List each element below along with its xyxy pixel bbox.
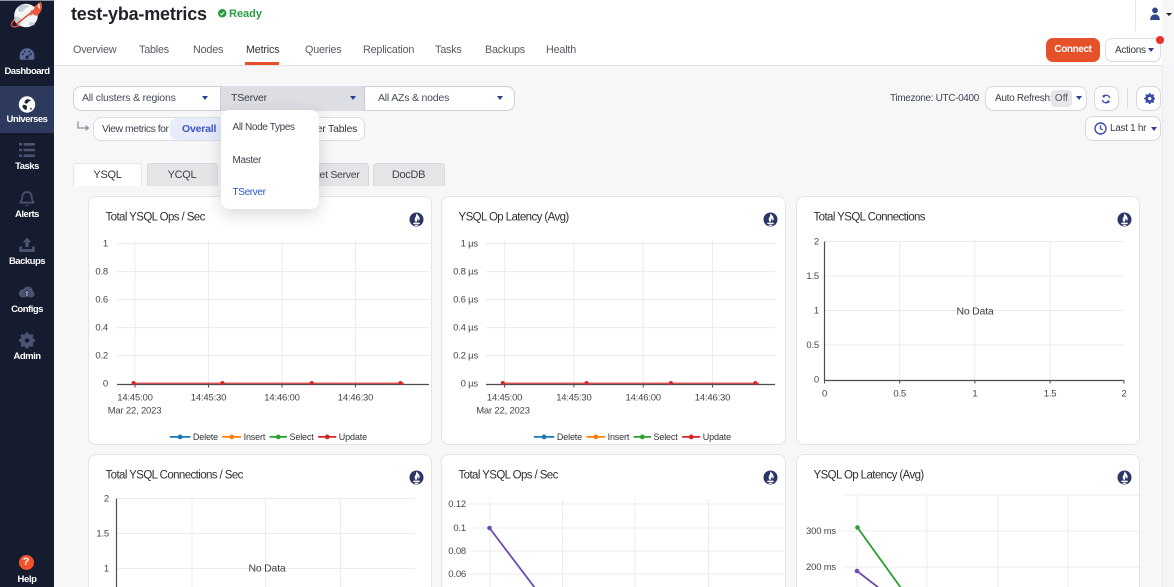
svg-text:0.6 µs: 0.6 µs xyxy=(453,295,478,306)
svg-text:0.2 µs: 0.2 µs xyxy=(453,351,478,362)
svg-text:0.4 µs: 0.4 µs xyxy=(453,323,478,334)
svg-text:1: 1 xyxy=(814,306,819,317)
svg-text:14:46:30: 14:46:30 xyxy=(338,393,373,404)
svg-text:0.5: 0.5 xyxy=(806,340,819,351)
svg-text:0.12: 0.12 xyxy=(448,499,466,510)
svg-text:14:45:30: 14:45:30 xyxy=(556,393,591,404)
svg-text:300 ms: 300 ms xyxy=(806,526,836,537)
svg-text:Delete: Delete xyxy=(557,432,582,442)
svg-text:1.5: 1.5 xyxy=(806,271,819,282)
svg-text:200 ms: 200 ms xyxy=(806,562,836,573)
svg-text:Mar 22, 2023: Mar 22, 2023 xyxy=(476,406,530,417)
svg-text:14:45:00: 14:45:00 xyxy=(117,393,152,404)
svg-text:2: 2 xyxy=(814,237,819,248)
svg-text:YSQL Op Latency (Avg): YSQL Op Latency (Avg) xyxy=(459,212,570,224)
svg-text:Update: Update xyxy=(703,432,731,442)
svg-text:No Data: No Data xyxy=(956,306,993,318)
svg-text:Total YSQL Ops / Sec: Total YSQL Ops / Sec xyxy=(459,470,559,482)
svg-text:1 µs: 1 µs xyxy=(461,239,479,250)
svg-text:14:46:30: 14:46:30 xyxy=(695,393,730,404)
svg-text:0: 0 xyxy=(814,375,819,386)
svg-text:Total YSQL Connections / Sec: Total YSQL Connections / Sec xyxy=(106,470,244,482)
svg-text:Update: Update xyxy=(339,432,367,442)
svg-text:Total YSQL Connections: Total YSQL Connections xyxy=(814,212,926,224)
svg-text:YSQL Op Latency (Avg): YSQL Op Latency (Avg) xyxy=(814,470,925,482)
svg-text:0.06: 0.06 xyxy=(448,569,466,580)
svg-text:2: 2 xyxy=(104,494,109,505)
svg-text:Insert: Insert xyxy=(244,432,266,442)
svg-text:1: 1 xyxy=(104,564,109,575)
svg-text:1: 1 xyxy=(103,239,108,250)
svg-text:2: 2 xyxy=(1121,389,1126,400)
svg-text:0 µs: 0 µs xyxy=(461,379,479,390)
svg-text:Delete: Delete xyxy=(193,432,218,442)
svg-text:1.5: 1.5 xyxy=(96,529,109,540)
svg-text:0.5: 0.5 xyxy=(893,389,906,400)
svg-text:1: 1 xyxy=(972,389,977,400)
svg-text:14:45:00: 14:45:00 xyxy=(487,393,522,404)
svg-text:0.08: 0.08 xyxy=(448,546,466,557)
svg-text:0.6: 0.6 xyxy=(95,295,108,306)
svg-text:0.4: 0.4 xyxy=(95,323,108,334)
svg-text:0.2: 0.2 xyxy=(95,351,108,362)
svg-text:14:45:30: 14:45:30 xyxy=(191,393,226,404)
svg-text:Total YSQL Ops / Sec: Total YSQL Ops / Sec xyxy=(106,212,206,224)
svg-text:0.8: 0.8 xyxy=(95,267,108,278)
svg-text:Insert: Insert xyxy=(608,432,630,442)
svg-text:0.1: 0.1 xyxy=(453,523,466,534)
svg-text:1.5: 1.5 xyxy=(1044,389,1057,400)
svg-text:Mar 22, 2023: Mar 22, 2023 xyxy=(108,406,162,417)
svg-text:0.8 µs: 0.8 µs xyxy=(453,267,478,278)
svg-text:Select: Select xyxy=(290,432,315,442)
svg-text:14:46:00: 14:46:00 xyxy=(264,393,299,404)
svg-text:0: 0 xyxy=(822,389,827,400)
svg-text:0: 0 xyxy=(103,379,108,390)
svg-text:Select: Select xyxy=(654,432,679,442)
svg-text:14:46:00: 14:46:00 xyxy=(626,393,661,404)
svg-text:No Data: No Data xyxy=(248,563,285,575)
